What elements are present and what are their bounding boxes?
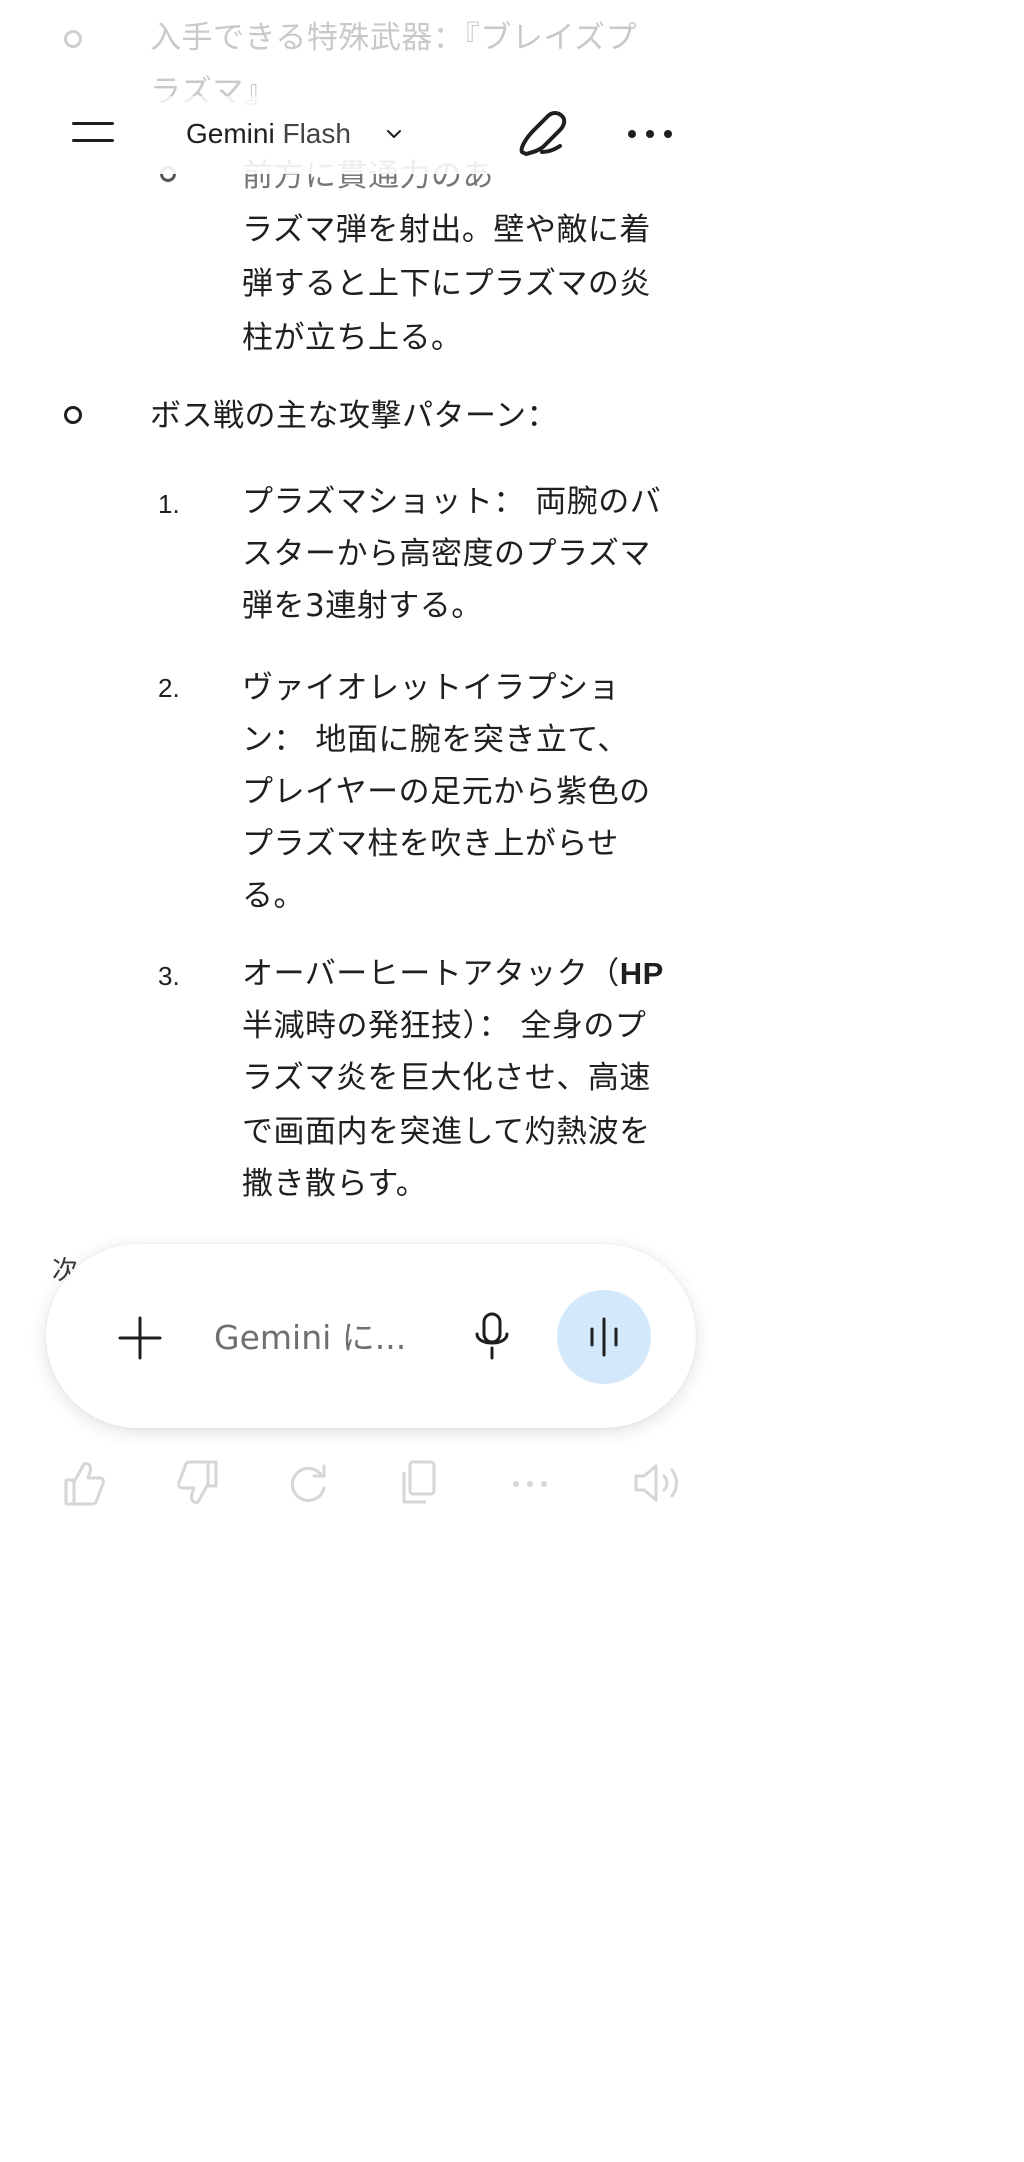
menu-icon[interactable] [72,120,114,146]
copy-icon[interactable] [398,1458,438,1508]
list-item-text-part: オーバーヒートアタック（ [242,956,620,992]
model-selector[interactable]: Gemini Flash [186,112,351,156]
list-number: 2. [158,673,180,703]
hp-text: HP [619,956,664,991]
list-item-text: ヴァイオレットイラプショ [242,670,620,706]
read-aloud-icon[interactable] [632,1458,686,1508]
list-item-text: オーバーヒートアタック（HP [242,946,664,1002]
prompt-input[interactable]: Gemini に... [214,1310,406,1366]
section-heading: ボス戦の主な攻撃パターン： [150,398,558,434]
list-item-text: プレイヤーの足元から紫色の [242,774,651,810]
list-item-text: スターから高密度のプラズマ [242,536,651,572]
list-item-text: プラズマショット： 両腕のバ [242,484,662,520]
sub-list-item-text: 弾すると上下にプラズマの炎 [242,266,651,302]
more-vertical-dots-icon[interactable] [628,130,672,140]
app-title: Gemini [186,118,275,149]
list-number: 1. [158,489,180,519]
list-item-text: で画面内を突進して灼熱波を [242,1114,651,1150]
thumbs-up-icon[interactable] [62,1458,106,1508]
list-number: 3. [158,961,180,991]
thumbs-down-icon[interactable] [176,1458,220,1508]
list-item-text: 弾を3連射する。 [242,588,483,624]
plus-icon[interactable] [116,1314,164,1362]
voice-waveform-icon [590,1317,618,1357]
more-horizontal-icon[interactable] [510,1458,550,1508]
bullet-icon [64,30,82,48]
list-item-text: プラズマ柱を吹き上がらせ [242,826,619,862]
list-item-text: 入手できる特殊武器：『ブレイズプ [150,20,637,56]
microphone-icon[interactable] [474,1312,510,1362]
chevron-down-icon[interactable] [384,124,404,144]
sub-list-item-text: 柱が立ち上る。 [242,320,463,356]
list-item-text: ン： 地面に腕を突き立て、 [242,722,629,758]
response-actions [0,1450,743,1520]
list-item-text: ラズマ炎を巨大化させ、高速 [242,1060,651,1096]
voice-mode-button[interactable] [557,1290,651,1384]
model-name: Flash [282,118,351,149]
sub-list-item-text: ラズマ弾を射出。壁や敵に着 [242,212,651,248]
list-item-text: 半減時の発狂技）： 全身のプ [242,1008,647,1044]
bullet-icon [64,406,82,424]
list-item-text: 撒き散らす。 [242,1166,428,1202]
list-item-text: る。 [242,878,305,914]
regenerate-icon[interactable] [286,1458,330,1508]
edit-icon[interactable] [512,108,568,164]
